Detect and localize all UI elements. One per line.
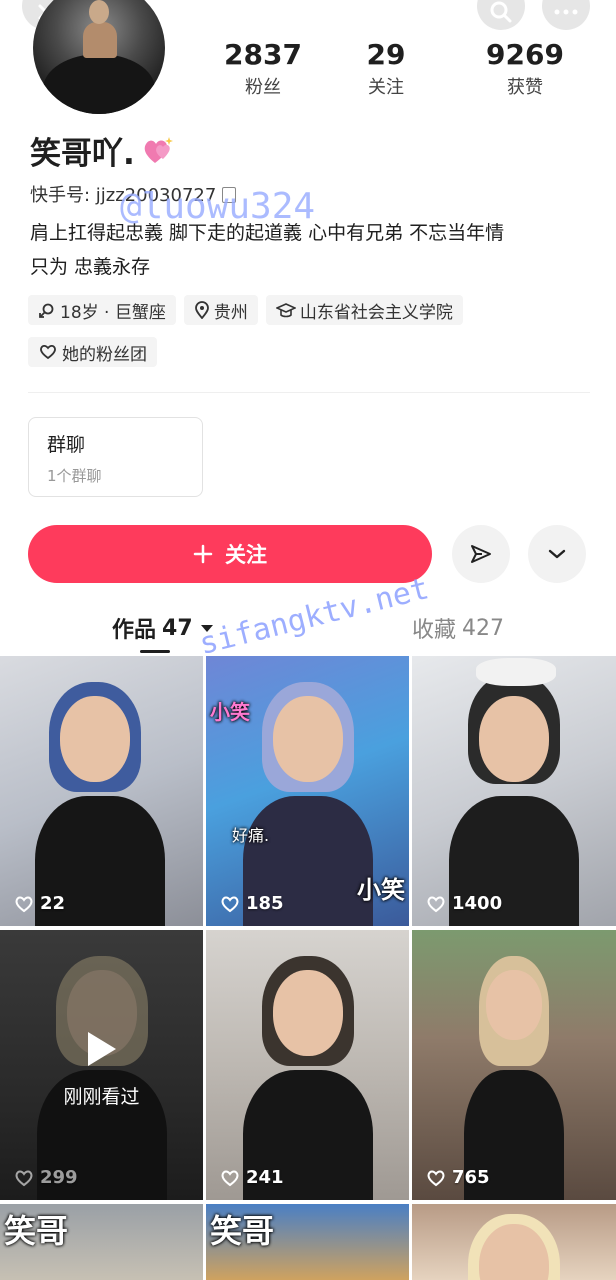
like-count-text: 241 (246, 1167, 284, 1188)
share-button[interactable] (452, 525, 510, 583)
kuaishou-id-text: 快手号: jjzz20030727 (30, 185, 217, 206)
like-count: 765 (426, 1167, 490, 1188)
stat-value: 29 (366, 38, 406, 71)
group-chat-card[interactable]: 群聊 1个群聊 (28, 417, 203, 497)
heart-outline-icon (40, 344, 56, 360)
bio-line: 肩上扛得起忠義 脚下走的起道義 心中有兄弟 不忘当年情 (30, 222, 505, 244)
stat-value: 2837 (224, 38, 302, 71)
video-tile[interactable]: 小笑 好痛. 小笑 185 (206, 656, 409, 926)
copy-icon[interactable] (222, 187, 237, 203)
tab-favorites[interactable]: 收藏 427 (412, 612, 504, 644)
watermark-text: sifangktv.net (196, 571, 433, 662)
tag-school: 山东省社会主义学院 (265, 295, 463, 325)
gender-icon (39, 303, 54, 318)
video-tile[interactable] (412, 1204, 616, 1280)
headband (476, 658, 556, 686)
tab-count: 427 (462, 615, 505, 641)
heart-icon (221, 1170, 239, 1186)
video-caption: 笑哥 (210, 1212, 275, 1250)
video-tile[interactable]: 765 (412, 930, 616, 1200)
like-count: 241 (220, 1167, 284, 1188)
tag-text: 18岁 · 巨蟹座 (60, 302, 166, 323)
stat-label: 获赞 (507, 77, 543, 98)
caret-down-icon (200, 624, 213, 632)
chevron-down-icon (548, 549, 566, 559)
tab-indicator (140, 650, 170, 653)
like-count-text: 185 (246, 893, 284, 914)
like-count: 185 (220, 893, 284, 914)
expand-button[interactable] (528, 525, 586, 583)
video-caption: 小笑 (210, 700, 250, 724)
group-chat-subtitle: 1个群聊 (47, 467, 102, 485)
tab-label: 作品 (112, 618, 157, 643)
location-icon (194, 301, 209, 319)
like-count-text: 765 (452, 1167, 490, 1188)
like-count: 22 (14, 893, 65, 914)
tag-location: 贵州 (183, 295, 258, 325)
plus-icon (193, 544, 213, 564)
avatar[interactable] (33, 0, 165, 114)
heart-icon (221, 896, 239, 912)
fan-group-tag[interactable]: 她的粉丝团 (28, 337, 157, 367)
heart-icon (427, 1170, 445, 1186)
bio-line: 只为 忠義永存 (30, 256, 151, 278)
like-count: 1400 (426, 893, 502, 914)
sparkling-heart-icon (144, 136, 173, 163)
heart-icon (427, 896, 445, 912)
video-caption: 好痛. (232, 826, 270, 845)
tab-count: 47 (162, 615, 193, 641)
video-tile[interactable]: 刚刚看过 299 (0, 930, 203, 1200)
search-button[interactable] (477, 0, 525, 30)
video-tile[interactable]: 22 (0, 656, 203, 926)
tag-text: 贵州 (213, 302, 248, 323)
follow-label: 关注 (225, 543, 267, 567)
search-icon (490, 1, 512, 23)
send-icon (471, 545, 491, 563)
kuaishou-id[interactable]: 快手号: jjzz20030727 (30, 181, 237, 207)
tag-text: 她的粉丝团 (62, 344, 147, 365)
more-icon (554, 9, 578, 15)
video-tile[interactable]: 笑哥 (206, 1204, 409, 1280)
video-tile[interactable]: 241 (206, 930, 409, 1200)
stat-followers[interactable]: 2837 粉丝 (210, 38, 316, 100)
divider (28, 392, 590, 393)
video-caption: 小笑 (357, 876, 405, 904)
profile-tags: 18岁 · 巨蟹座 贵州 山东省社会主义学院 她的粉丝团 (28, 295, 598, 367)
like-count: 299 (14, 1167, 78, 1188)
tab-works[interactable]: 作品 47 (112, 612, 213, 644)
group-chat-title: 群聊 (47, 434, 86, 456)
tab-label: 收藏 (412, 618, 457, 643)
more-button[interactable] (542, 0, 590, 30)
profile-nickname: 笑哥吖. (30, 128, 177, 173)
recently-watched-label: 刚刚看过 (63, 1086, 140, 1108)
play-icon (88, 1032, 116, 1066)
video-tile[interactable]: 1400 (412, 656, 616, 926)
stat-value: 9269 (486, 38, 564, 71)
nickname-text: 笑哥吖. (30, 136, 135, 172)
like-count-text: 1400 (452, 893, 503, 914)
stat-likes[interactable]: 9269 获赞 (472, 38, 578, 100)
avatar-figure (43, 54, 155, 114)
video-caption: 笑哥 (4, 1212, 69, 1250)
tag-age-zodiac: 18岁 · 巨蟹座 (28, 295, 176, 325)
video-tile[interactable]: 笑哥 (0, 1204, 203, 1280)
heart-icon (15, 896, 33, 912)
stat-label: 粉丝 (245, 77, 281, 98)
like-count-text: 22 (40, 893, 66, 914)
stat-following[interactable]: 29 关注 (346, 38, 426, 100)
stat-label: 关注 (368, 77, 404, 98)
school-icon (275, 303, 296, 318)
like-count-text: 299 (40, 1167, 78, 1188)
tag-text: 山东省社会主义学院 (299, 302, 453, 323)
heart-icon (15, 1170, 33, 1186)
follow-button[interactable]: 关注 (28, 525, 432, 583)
profile-bio: 肩上扛得起忠義 脚下走的起道義 心中有兄弟 不忘当年情 只为 忠義永存 (30, 216, 600, 284)
